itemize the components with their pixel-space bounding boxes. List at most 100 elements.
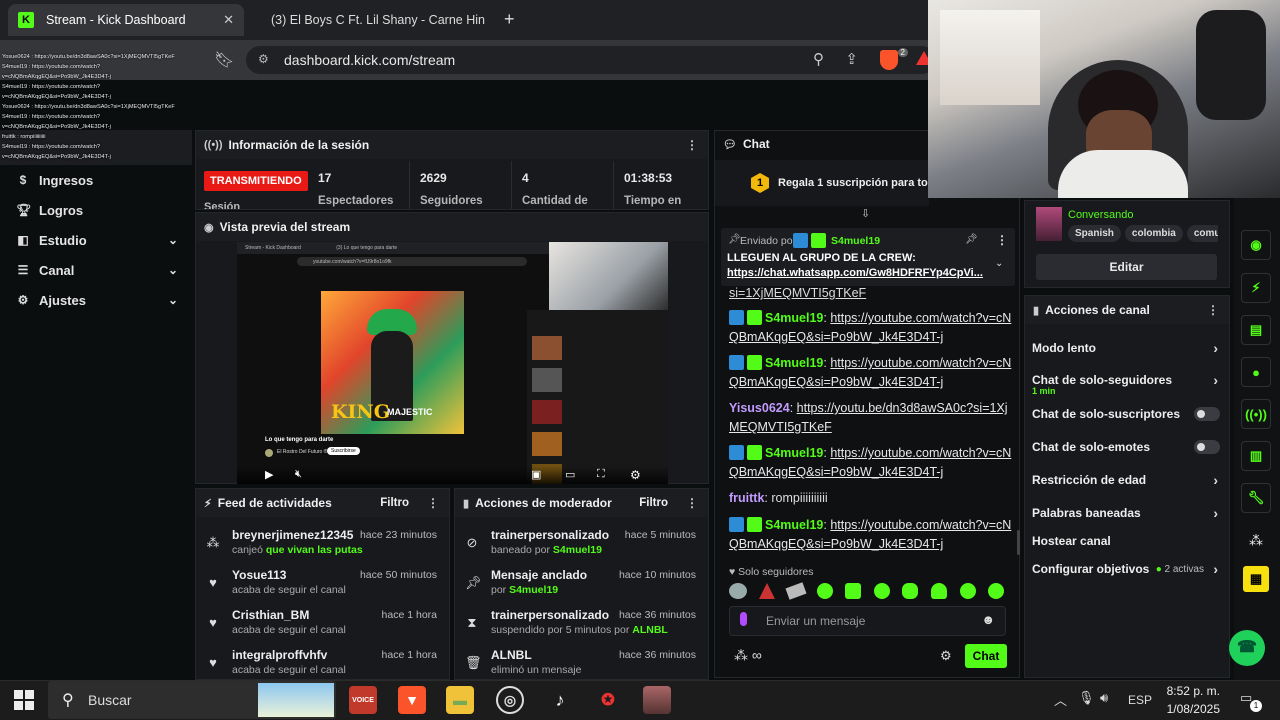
feed-row[interactable]: ♥ integralproffvhfv hace 1 hora acaba de se… — [196, 645, 449, 679]
wrench-icon[interactable]: 🔧︎ — [1241, 483, 1271, 513]
chat-bubble-icon[interactable]: ● — [1241, 357, 1271, 387]
emote-icon[interactable] — [759, 583, 775, 599]
channel-action-2[interactable]: Chat de solo-suscriptores — [1032, 401, 1222, 427]
clapperboard-icon[interactable]: ▦ — [1243, 566, 1269, 592]
feed-row[interactable]: ♥ Cristhian_BM hace 1 hora acaba de seguir … — [196, 605, 449, 645]
settings-gear-icon[interactable]: ⚙ — [630, 468, 641, 482]
tray-chevron-up-icon[interactable]: ︿ — [1054, 690, 1067, 709]
emote-icon[interactable] — [845, 583, 861, 599]
channel-action-3[interactable]: Chat de solo-emotes — [1032, 434, 1222, 460]
channel-action-4[interactable]: Restricción de edad › — [1032, 467, 1222, 493]
unpin-icon[interactable]: 📌︎ — [965, 234, 978, 245]
chat-username[interactable]: S4muel19 — [765, 311, 823, 325]
feed-row[interactable]: ⁂ breynerjimenez12345 hace 23 minutos canje… — [196, 525, 449, 565]
nav-item-ajustes[interactable]: ⚙ Ajustes ⌄ — [0, 285, 192, 315]
scroll-down-icon[interactable]: ⇩ — [861, 207, 870, 220]
subscribe-button[interactable]: Suscribirse — [327, 447, 360, 455]
stream-tag[interactable]: Spanish — [1068, 225, 1121, 242]
stream-preview-video[interactable]: Stream - Kick Dashboard (3) Lo que tengo… — [237, 242, 668, 484]
document-icon[interactable]: ▤ — [1241, 315, 1271, 345]
more-options-icon[interactable]: ⋮ — [1207, 303, 1219, 317]
stream-tag[interactable]: colombia — [1124, 225, 1183, 242]
feed-row[interactable]: ♥ Yosue113 hace 50 minutos acaba de seguir … — [196, 565, 449, 605]
brave-browser-icon[interactable]: ▼ — [398, 686, 426, 714]
camera-icon[interactable]: ◉ — [1241, 230, 1271, 260]
more-options-icon[interactable]: ⋮ — [996, 233, 1008, 247]
obs-icon[interactable]: ◎ — [496, 686, 524, 714]
emoji-icon[interactable]: ☻ — [981, 612, 995, 627]
mod-row[interactable]: 🗑︎ ALNBL hace 36 minutos eliminó un mensaje — [455, 645, 708, 679]
chat-input[interactable]: Enviar un mensaje ☻ — [729, 606, 1006, 636]
miniplayer-icon[interactable]: ▣ — [531, 468, 541, 481]
nav-item-estudio[interactable]: ◧ Estudio ⌄ — [0, 225, 192, 255]
bookmark-icon[interactable]: 🔖︎ — [214, 50, 234, 70]
volume-icon[interactable]: 🔊︎ — [1100, 690, 1108, 706]
bolt-icon[interactable]: ⚡︎ — [1241, 273, 1271, 303]
taskbar-time[interactable]: 8:52 p. m. — [1164, 684, 1220, 698]
chat-message[interactable]: S4muel19: https://youtube.com/watch?v=cN… — [729, 516, 1014, 554]
chat-username[interactable]: Yisus0624 — [729, 401, 790, 415]
taskbar-search[interactable]: ⚲ Buscar — [48, 681, 336, 719]
mod-row[interactable]: ⧗ trainerpersonalizado hace 36 minutos susp… — [455, 605, 708, 645]
chat-settings-icon[interactable]: ⚙ — [940, 648, 952, 664]
voicemeeter-icon[interactable]: VOICE — [349, 686, 377, 714]
pinned-message[interactable]: 📌︎ Enviado por S4muel19 📌︎ ⋮ LLEGUEN AL … — [721, 228, 1015, 286]
emote-icon[interactable] — [902, 583, 918, 599]
chat-message[interactable]: S4muel19: https://youtube.com/watch?v=cN… — [729, 354, 1014, 392]
tiktok-icon[interactable]: ♪ — [546, 686, 574, 714]
toggle-switch[interactable] — [1194, 407, 1220, 421]
points-icon[interactable]: ⁂ — [1249, 532, 1263, 549]
language-indicator[interactable]: ESP — [1128, 693, 1152, 707]
channel-action-6[interactable]: Hostear canal — [1032, 528, 1222, 554]
file-explorer-icon[interactable]: ▬ — [446, 686, 474, 714]
nav-item-ingresos[interactable]: $ Ingresos — [0, 165, 192, 195]
close-icon[interactable]: ✕ — [223, 12, 234, 28]
emote-icon[interactable] — [874, 583, 890, 599]
chat-message[interactable]: Yisus0624: https://youtu.be/dn3d8awSA0c?… — [729, 399, 1014, 437]
taskbar-date[interactable]: 1/08/2025 — [1164, 702, 1220, 716]
chevron-down-icon[interactable]: ⌄ — [995, 258, 1003, 269]
microphone-tray-icon[interactable]: 🎙︎ — [1078, 690, 1095, 706]
mod-row[interactable]: 📌︎ Mensaje anclado hace 10 minutos por S4mu… — [455, 565, 708, 605]
more-options-icon[interactable]: ⋮ — [427, 496, 439, 510]
broadcast-icon[interactable]: ((•)) — [1241, 399, 1271, 429]
emote-icon[interactable] — [960, 583, 976, 599]
new-tab-icon[interactable]: + — [504, 9, 515, 30]
mute-icon[interactable]: 🔇︎ — [295, 468, 302, 481]
mod-row[interactable]: ⊘ trainerpersonalizado hace 5 minutos banea… — [455, 525, 708, 565]
edit-stream-button[interactable]: Editar — [1036, 254, 1217, 280]
play-icon[interactable]: ▶ — [265, 468, 273, 481]
channel-action-0[interactable]: Modo lento › — [1032, 335, 1222, 361]
windows-start-icon[interactable] — [14, 690, 34, 710]
feed-filter-button[interactable]: Filtro — [380, 497, 409, 509]
chat-username[interactable]: S4muel19 — [765, 446, 823, 460]
emote-icon[interactable] — [988, 583, 1004, 599]
theater-icon[interactable]: ▭ — [565, 468, 575, 481]
channel-action-1[interactable]: Chat de solo-seguidores 1 min › — [1032, 367, 1222, 396]
app-photo-icon[interactable] — [643, 686, 671, 714]
chat-message[interactable]: fruittk: rompiiiiiiiiii — [729, 489, 1014, 508]
mod-filter-button[interactable]: Filtro — [639, 497, 668, 509]
app-red-icon[interactable]: ✪ — [594, 686, 622, 714]
emote-icon[interactable] — [729, 583, 747, 599]
stream-tag[interactable]: comuni — [1186, 225, 1218, 242]
chat-username[interactable]: S4muel19 — [765, 356, 823, 370]
brave-shield-icon[interactable] — [880, 50, 898, 70]
nav-item-canal[interactable]: ☰ Canal ⌄ — [0, 255, 192, 285]
pinned-link[interactable]: https://chat.whatsapp.com/Gw8HDFRFYp4CpV… — [727, 267, 983, 279]
emote-icon[interactable] — [785, 582, 807, 600]
tab-kick-dashboard[interactable]: K Stream - Kick Dashboard ✕ — [8, 4, 244, 36]
share-icon[interactable]: ⇪ — [845, 50, 858, 68]
kick-points-icon[interactable]: ⁂ ∞ — [734, 647, 762, 664]
send-chat-button[interactable]: Chat — [965, 644, 1007, 668]
microphone-icon[interactable] — [740, 612, 747, 626]
more-options-icon[interactable]: ⋮ — [686, 496, 698, 510]
fullscreen-icon[interactable]: ⛶ — [597, 468, 605, 481]
chat-message[interactable]: S4muel19: https://youtube.com/watch?v=cN… — [729, 444, 1014, 482]
emote-icon[interactable] — [931, 583, 947, 599]
emote-icon[interactable] — [817, 583, 833, 599]
url-bar[interactable]: ⚙ dashboard.kick.com/stream ⚲ ⇪ 2 — [246, 46, 936, 74]
zoom-icon[interactable]: ⚲ — [813, 50, 824, 68]
category-name[interactable]: Conversando — [1068, 209, 1133, 221]
chat-username[interactable]: fruittk — [729, 491, 764, 505]
